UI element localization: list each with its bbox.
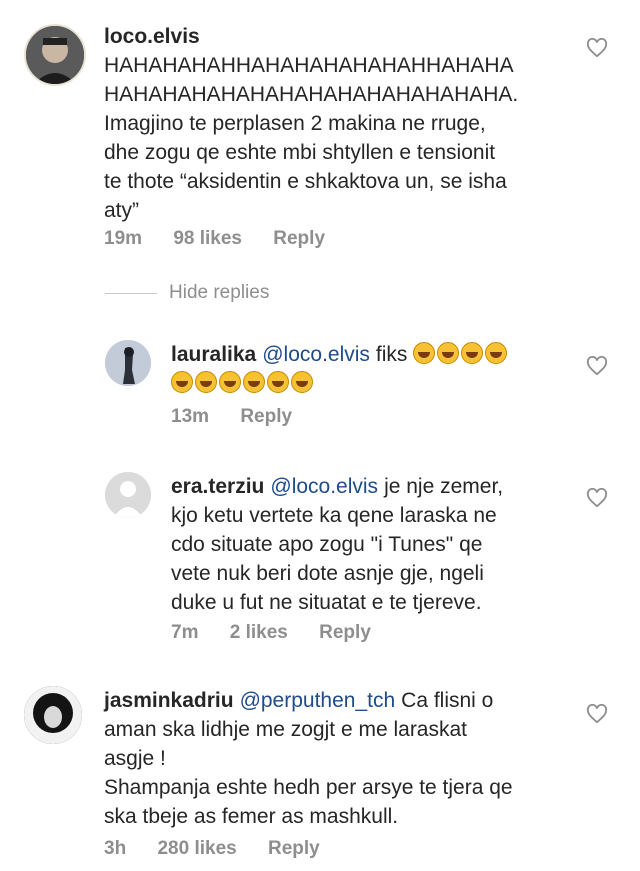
comment-text-line: Shampanja eshte hedh per arsye te tjera … bbox=[104, 776, 513, 799]
grinning-squinting-face-emoji bbox=[267, 371, 289, 393]
reply-text-line: vete nuk beri dote asnje gje, ngeli bbox=[171, 562, 484, 585]
reply-text: fiks bbox=[375, 343, 408, 366]
reply-text-line: duke u fut ne situatat e te tjereve. bbox=[171, 591, 482, 614]
comment-text-line: dhe zogu qe eshte mbi shtyllen e tension… bbox=[104, 141, 496, 164]
emoji-row-2 bbox=[171, 369, 571, 398]
grinning-squinting-face-emoji bbox=[485, 342, 508, 364]
reply-button[interactable]: Reply bbox=[319, 622, 371, 643]
reply-username[interactable]: era.terziu bbox=[171, 475, 264, 498]
grinning-squinting-face-emoji bbox=[413, 342, 436, 364]
reply-username[interactable]: lauralika bbox=[171, 343, 256, 366]
reply-button[interactable]: Reply bbox=[268, 838, 320, 859]
comment-text-line: aman ska lidhje me zogjt e me laraskat bbox=[104, 718, 467, 741]
comment-text-line: asgje ! bbox=[104, 747, 166, 770]
likes-count[interactable]: 98 likes bbox=[173, 228, 242, 249]
heart-outline-icon[interactable] bbox=[586, 356, 608, 376]
reply-timestamp: 7m bbox=[171, 622, 199, 643]
reply-timestamp: 13m bbox=[171, 406, 210, 427]
mention-link[interactable]: @loco.elvis bbox=[262, 343, 370, 366]
comment-text-line: Imagjino te perplasen 2 makina ne rruge, bbox=[104, 112, 486, 135]
avatar[interactable] bbox=[24, 24, 86, 86]
reply-button[interactable]: Reply bbox=[240, 406, 292, 427]
mention-link[interactable]: @perputhen_tch bbox=[240, 689, 396, 712]
heart-outline-icon[interactable] bbox=[586, 704, 608, 724]
grinning-squinting-face-emoji bbox=[195, 371, 217, 393]
likes-count[interactable]: 2 likes bbox=[230, 622, 288, 643]
heart-outline-icon[interactable] bbox=[586, 488, 608, 508]
likes-count[interactable]: 280 likes bbox=[157, 838, 236, 859]
reply-text: je nje zemer, bbox=[384, 475, 504, 498]
comment-timestamp: 3h bbox=[104, 838, 127, 859]
avatar[interactable] bbox=[105, 340, 151, 386]
divider-line bbox=[105, 292, 157, 294]
grinning-squinting-face-emoji bbox=[219, 371, 241, 393]
grinning-squinting-face-emoji bbox=[461, 342, 484, 364]
comment-text-line: HAHAHAHAHHAHAHAHAHAHAHHAHAHA bbox=[104, 54, 514, 77]
hide-replies-toggle[interactable]: Hide replies bbox=[105, 282, 269, 304]
hide-replies-label[interactable]: Hide replies bbox=[169, 282, 269, 304]
emoji-row-1 bbox=[413, 342, 509, 366]
avatar[interactable] bbox=[24, 686, 82, 744]
comment-text-line: te thote “aksidentin e shkaktova un, se … bbox=[104, 170, 507, 193]
avatar[interactable] bbox=[105, 472, 151, 518]
comment-text-line: HAHAHAHAHAHAHAHAHAHAHAHAHAHA. bbox=[104, 83, 519, 106]
grinning-squinting-face-emoji bbox=[291, 371, 313, 393]
comment-text-line: aty” bbox=[104, 199, 140, 222]
grinning-squinting-face-emoji bbox=[437, 342, 460, 364]
comment-username[interactable]: loco.elvis bbox=[104, 25, 200, 48]
reply-text-line: kjo ketu vertete ka qene laraska ne bbox=[171, 504, 497, 527]
mention-link[interactable]: @loco.elvis bbox=[270, 475, 378, 498]
comment-text-line: ska tbeje as femer as mashkull. bbox=[104, 805, 399, 828]
reply-text-line: cdo situate apo zogu "i Tunes" qe bbox=[171, 533, 483, 556]
grinning-squinting-face-emoji bbox=[243, 371, 265, 393]
reply-button[interactable]: Reply bbox=[273, 228, 325, 249]
comment-timestamp: 19m bbox=[104, 228, 143, 249]
grinning-squinting-face-emoji bbox=[171, 371, 193, 393]
comment-username[interactable]: jasminkadriu bbox=[104, 689, 234, 712]
comment-text: Ca flisni o bbox=[401, 689, 494, 712]
heart-outline-icon[interactable] bbox=[586, 38, 608, 58]
